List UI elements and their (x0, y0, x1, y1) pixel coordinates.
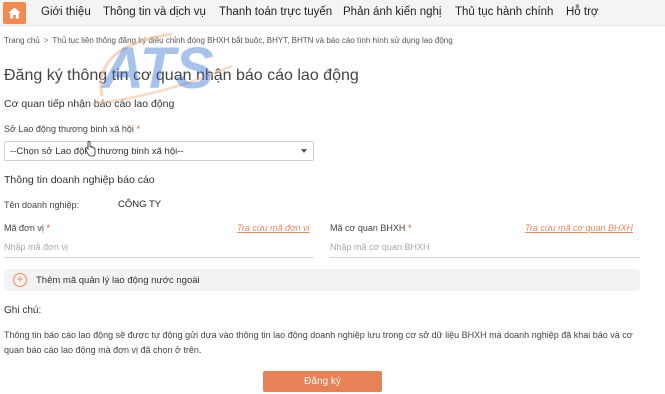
add-foreign-labour-code-label: Thêm mã quản lý lao động nước ngoài (36, 275, 200, 286)
receiving-agency-heading: Cơ quan tiếp nhận báo cáo lao động (4, 98, 175, 110)
nav-item-thanh-toan[interactable]: Thanh toán trực tuyến (219, 6, 332, 18)
chevron-down-icon (301, 149, 307, 153)
breadcrumb-separator: > (43, 36, 49, 45)
home-icon (8, 7, 21, 19)
register-button[interactable]: Đăng ký (263, 371, 382, 392)
labour-dept-label-text: Sở Lao động thương binh xã hội (4, 124, 134, 134)
nav-item-thong-tin-dich-vu[interactable]: Thông tin và dịch vụ (103, 6, 206, 18)
required-marker: * (407, 223, 412, 233)
breadcrumb-current: Thủ tục liên thông đăng ký điều chỉnh đó… (52, 36, 453, 45)
nav-item-gioi-thieu[interactable]: Giới thiệu (41, 6, 91, 18)
bhxh-code-lookup-link[interactable]: Tra cứu mã cơ quan BHXH (525, 223, 633, 233)
breadcrumb: Trang chủ > Thủ tục liên thông đăng ký điề… (4, 36, 453, 45)
nav-item-thu-tuc[interactable]: Thủ tục hành chính (455, 6, 553, 18)
hand-cursor-icon (85, 141, 96, 157)
note-text: Thông tin báo cáo lao động sẽ được tự độ… (4, 330, 633, 355)
labour-dept-label: Sở Lao động thương binh xã hội * (4, 124, 140, 134)
bhxh-code-label: Mã cơ quan BHXH * (330, 223, 411, 233)
nav-item-phan-anh[interactable]: Phản ánh kiến nghị (343, 6, 441, 18)
note-heading: Ghi chú: (4, 305, 42, 316)
page-title: Đăng ký thông tin cơ quan nhận báo cáo l… (4, 67, 359, 84)
bhxh-code-input[interactable]: Nhập mã cơ quan BHXH (330, 238, 640, 258)
home-button[interactable] (3, 2, 26, 24)
unit-code-label: Mã đơn vị * (4, 223, 50, 233)
top-nav: Giới thiệu Thông tin và dịch vụ Thanh to… (0, 0, 665, 26)
labour-dept-select[interactable]: --Chọn sở Lao động thương binh xã hội-- (4, 141, 314, 161)
unit-code-label-text: Mã đơn vị (4, 223, 44, 233)
enterprise-name-value: CÔNG TY (118, 199, 162, 210)
labour-dept-select-value: --Chọn sở Lao động thương binh xã hội-- (10, 146, 184, 157)
nav-item-ho-tro[interactable]: Hỗ trợ (566, 6, 598, 18)
breadcrumb-home[interactable]: Trang chủ (4, 36, 40, 45)
add-foreign-labour-code-row[interactable]: + Thêm mã quản lý lao động nước ngoài (4, 269, 640, 291)
enterprise-heading: Thông tin doanh nghiệp báo cáo (4, 174, 155, 186)
plus-icon: + (13, 273, 27, 287)
unit-code-input[interactable]: Nhập mã đơn vị (4, 238, 314, 258)
required-marker: * (136, 124, 140, 134)
enterprise-name-label: Tên doanh nghiệp: (4, 200, 80, 210)
bhxh-code-label-text: Mã cơ quan BHXH (330, 223, 406, 233)
unit-code-lookup-link[interactable]: Tra cứu mã đơn vị (237, 223, 310, 233)
required-marker: * (46, 223, 50, 233)
